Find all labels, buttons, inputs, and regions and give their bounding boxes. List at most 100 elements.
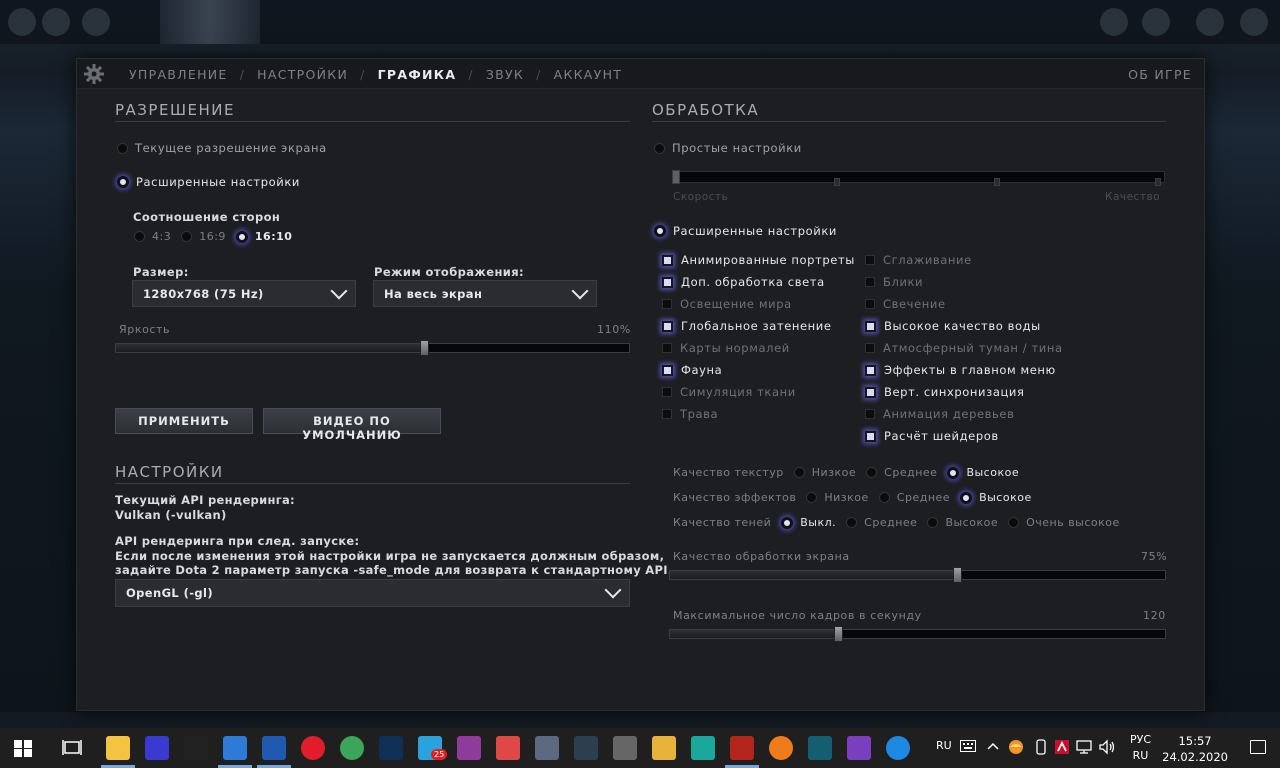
size-dropdown[interactable]: 1280x768 (75 Hz) bbox=[132, 280, 356, 307]
checkbox-right-8[interactable]: Расчёт шейдеров bbox=[865, 429, 999, 443]
dota-icon[interactable] bbox=[730, 736, 754, 760]
grid-app-icon[interactable] bbox=[262, 736, 286, 760]
render-api-dropdown[interactable]: OpenGL (-gl) bbox=[115, 579, 630, 607]
winrar-icon[interactable] bbox=[457, 736, 481, 760]
texture-high-radio[interactable]: Высокое bbox=[947, 466, 1019, 479]
effects-medium-radio[interactable]: Среднее bbox=[878, 491, 950, 504]
tray-antivirus-icon[interactable] bbox=[1054, 739, 1070, 758]
checkbox-left-1[interactable]: Доп. обработка света bbox=[662, 275, 825, 289]
tool-icon[interactable] bbox=[496, 736, 520, 760]
texture-medium-radio[interactable]: Среднее bbox=[866, 466, 937, 479]
3d-app-icon[interactable] bbox=[691, 736, 715, 760]
display-mode-dropdown[interactable]: На весь экран bbox=[373, 280, 597, 307]
shadow-very-high-radio[interactable]: Очень высокое bbox=[1008, 516, 1120, 529]
checkbox-left-0[interactable]: Анимированные портреты bbox=[662, 253, 855, 267]
checkbox-label: Верт. синхронизация bbox=[884, 385, 1025, 399]
radio-off bbox=[654, 142, 665, 154]
current-resolution-radio[interactable]: Текущее разрешение экрана bbox=[117, 141, 327, 155]
chrome-icon[interactable] bbox=[340, 736, 364, 760]
size-value: 1280x768 (75 Hz) bbox=[143, 287, 264, 301]
simple-settings-radio[interactable]: Простые настройки bbox=[654, 141, 802, 155]
checkbox-right-2[interactable]: Свечение bbox=[865, 297, 946, 311]
apply-button[interactable]: ПРИМЕНИТЬ bbox=[115, 408, 253, 434]
aspect-16-9-radio[interactable]: 16:9 bbox=[181, 230, 226, 243]
bars-app-icon[interactable] bbox=[847, 736, 871, 760]
keyboard-icon[interactable] bbox=[960, 740, 976, 755]
lang-top: РУС bbox=[1130, 733, 1152, 746]
tab-account[interactable]: АККАУНТ bbox=[554, 67, 623, 82]
tray-usb-icon[interactable] bbox=[1034, 739, 1048, 758]
orange-ball-icon[interactable] bbox=[769, 736, 793, 760]
checkbox-right-5[interactable]: Эффекты в главном меню bbox=[865, 363, 1056, 377]
task-view-icon[interactable] bbox=[60, 736, 84, 760]
keyboard-lang-short[interactable]: RU bbox=[936, 738, 952, 754]
gear-icon[interactable] bbox=[83, 63, 105, 85]
effects-low-radio[interactable]: Низкое bbox=[806, 491, 868, 504]
tab-graphics[interactable]: ГРАФИКА bbox=[378, 67, 457, 82]
chevron-up-icon[interactable] bbox=[986, 740, 1000, 755]
advanced-resolution-radio[interactable]: Расширенные настройки bbox=[117, 175, 300, 189]
top-bar-icon bbox=[1100, 8, 1128, 36]
screen-quality-slider[interactable] bbox=[669, 567, 1166, 583]
default-video-button[interactable]: ВИДЕО ПО УМОЛЧАНИЮ bbox=[263, 408, 441, 442]
volume-icon[interactable] bbox=[1098, 739, 1116, 758]
circle-app-icon[interactable] bbox=[613, 736, 637, 760]
checkbox-right-1[interactable]: Блики bbox=[865, 275, 923, 289]
tab-controls[interactable]: УПРАВЛЕНИЕ bbox=[129, 67, 228, 82]
network-icon[interactable] bbox=[223, 736, 247, 760]
clock[interactable]: 15:57 24.02.2020 bbox=[1162, 733, 1228, 765]
calculator-icon[interactable] bbox=[535, 736, 559, 760]
aspect-4-3-radio[interactable]: 4:3 bbox=[134, 230, 171, 243]
telegram-badge: 25 bbox=[431, 749, 448, 760]
checkbox-right-3[interactable]: Высокое качество воды bbox=[865, 319, 1041, 333]
atom-icon[interactable] bbox=[574, 736, 598, 760]
slider-thumb[interactable] bbox=[834, 626, 843, 642]
checkbox-left-5[interactable]: Фауна bbox=[662, 363, 722, 377]
opera-icon[interactable] bbox=[301, 736, 325, 760]
max-fps-slider[interactable] bbox=[669, 626, 1166, 642]
checkbox-left-3[interactable]: Глобальное затенение bbox=[662, 319, 832, 333]
checkbox-right-4[interactable]: Атмосферный туман / тина bbox=[865, 341, 1063, 355]
triangle-app-icon[interactable] bbox=[652, 736, 676, 760]
checkbox-right-7[interactable]: Анимация деревьев bbox=[865, 407, 1014, 421]
effects-high-radio[interactable]: Высокое bbox=[960, 491, 1032, 504]
network-icon[interactable] bbox=[1076, 739, 1092, 758]
checkbox-right-6[interactable]: Верт. синхронизация bbox=[865, 385, 1025, 399]
texture-low-radio[interactable]: Низкое bbox=[793, 466, 856, 479]
shadow-off-radio[interactable]: Выкл. bbox=[781, 516, 836, 529]
tab-sound[interactable]: ЗВУК bbox=[486, 67, 524, 82]
photoshop-icon[interactable] bbox=[379, 736, 403, 760]
chevron-down-icon bbox=[604, 581, 622, 599]
settings-panel: УПРАВЛЕНИЕ / НАСТРОЙКИ / ГРАФИКА / ЗВУК / АК… bbox=[76, 58, 1205, 711]
file-explorer-icon[interactable] bbox=[106, 736, 130, 760]
penguin-icon[interactable] bbox=[184, 736, 208, 760]
checkbox-label: Карты нормалей bbox=[680, 341, 790, 355]
quality-preset-slider[interactable] bbox=[672, 170, 1165, 186]
3dsmax-icon[interactable] bbox=[808, 736, 832, 760]
tab-settings[interactable]: НАСТРОЙКИ bbox=[257, 67, 348, 82]
advanced-processing-radio[interactable]: Расширенные настройки bbox=[654, 224, 837, 238]
windows-start-icon[interactable] bbox=[14, 740, 32, 757]
shadow-high-radio[interactable]: Высокое bbox=[927, 516, 998, 529]
preset-thumb[interactable] bbox=[672, 170, 680, 184]
vscode-icon[interactable] bbox=[886, 736, 910, 760]
brightness-slider[interactable] bbox=[115, 340, 630, 356]
checkbox-label: Симуляция ткани bbox=[680, 385, 796, 399]
checkbox-left-6[interactable]: Симуляция ткани bbox=[662, 385, 796, 399]
chevron-down-icon bbox=[571, 282, 589, 300]
checkbox-checked bbox=[865, 364, 876, 376]
slider-thumb[interactable] bbox=[953, 567, 962, 583]
notification-icon[interactable] bbox=[1250, 740, 1266, 754]
shadow-medium-radio[interactable]: Среднее bbox=[846, 516, 917, 529]
aspect-16-10-radio[interactable]: 16:10 bbox=[235, 230, 293, 243]
hex-editor-icon[interactable] bbox=[145, 736, 169, 760]
aspect-ratio-label: Соотношение сторон bbox=[133, 210, 281, 224]
slider-thumb[interactable] bbox=[420, 340, 429, 356]
checkbox-left-2[interactable]: Освещение мира bbox=[662, 297, 792, 311]
checkbox-right-0[interactable]: Сглаживание bbox=[865, 253, 972, 267]
input-language[interactable]: РУС RU bbox=[1130, 732, 1151, 764]
tray-orange-icon[interactable] bbox=[1008, 739, 1024, 758]
about-game-link[interactable]: ОБ ИГРЕ bbox=[1128, 67, 1192, 82]
checkbox-left-4[interactable]: Карты нормалей bbox=[662, 341, 790, 355]
checkbox-left-7[interactable]: Трава bbox=[662, 407, 718, 421]
